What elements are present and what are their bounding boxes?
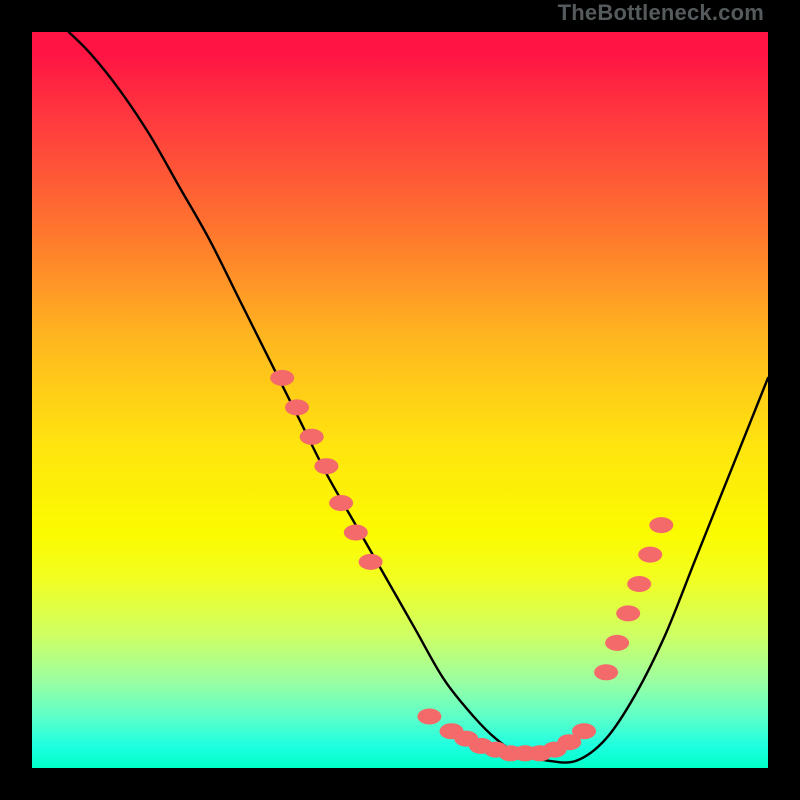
highlight-dot <box>627 576 651 592</box>
highlight-dot <box>329 495 353 511</box>
highlight-dots <box>270 370 673 761</box>
highlight-dot <box>649 517 673 533</box>
highlight-dot <box>594 664 618 680</box>
highlight-dot <box>359 554 383 570</box>
highlight-dot <box>605 635 629 651</box>
highlight-dot <box>616 605 640 621</box>
highlight-dot <box>270 370 294 386</box>
highlight-dot <box>344 525 368 541</box>
watermark-text: TheBottleneck.com <box>558 0 764 26</box>
highlight-dot <box>572 723 596 739</box>
curve-svg <box>32 32 768 768</box>
highlight-dot <box>285 399 309 415</box>
highlight-dot <box>638 547 662 563</box>
chart-frame: TheBottleneck.com <box>0 0 800 800</box>
highlight-dot <box>314 458 338 474</box>
plot-area <box>32 32 768 768</box>
highlight-dot <box>417 709 441 725</box>
bottleneck-curve <box>69 32 768 763</box>
highlight-dot <box>300 429 324 445</box>
